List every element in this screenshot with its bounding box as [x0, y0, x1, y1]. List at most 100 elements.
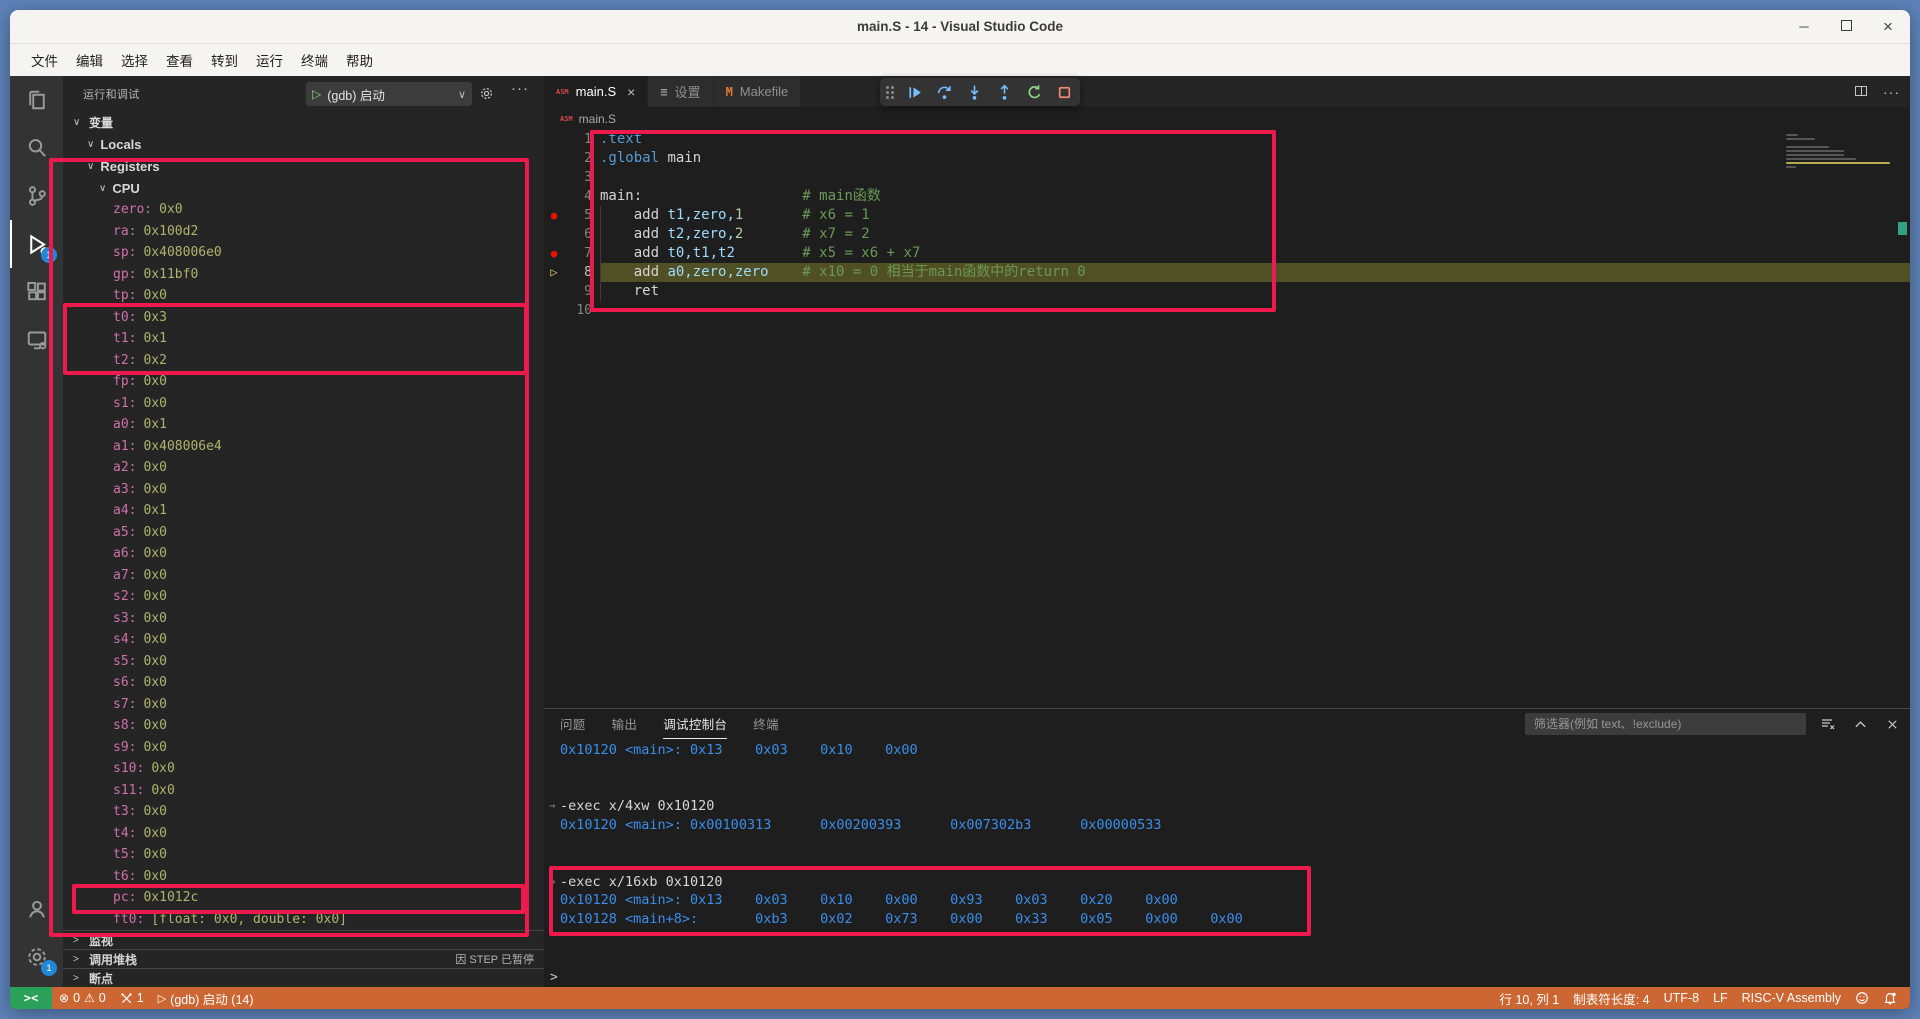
breakpoint-icon[interactable]: ●: [544, 244, 564, 263]
register-row[interactable]: s9:0x0: [63, 737, 544, 759]
console-line[interactable]: →-exec x/16xb 0x10120: [544, 873, 1910, 892]
status-item[interactable]: LF: [1706, 991, 1735, 1005]
code-line[interactable]: 6 add t2,zero,2 # x7 = 2: [544, 225, 1910, 244]
console-line[interactable]: [544, 779, 1910, 798]
register-row[interactable]: a1:0x408006e4: [63, 436, 544, 458]
panel-tab-调试控制台[interactable]: 调试控制台: [663, 709, 727, 739]
tab-Makefile[interactable]: MMakefile: [714, 76, 802, 107]
run-and-debug-icon[interactable]: 1: [10, 220, 63, 268]
launch-config-dropdown[interactable]: ▷ (gdb) 启动 ∨: [306, 82, 472, 106]
code-editor[interactable]: 1.text2.global main34main: # main函数●5 ad…: [544, 130, 1910, 708]
register-row[interactable]: tp:0x0: [63, 285, 544, 307]
register-row[interactable]: a4:0x1: [63, 500, 544, 522]
maximize-panel-icon[interactable]: [1850, 714, 1870, 734]
register-row[interactable]: ra:0x100d2: [63, 221, 544, 243]
menu-item-编辑[interactable]: 编辑: [67, 47, 112, 73]
code-line[interactable]: ●5 add t1,zero,1 # x6 = 1: [544, 206, 1910, 225]
close-button[interactable]: ×: [1880, 17, 1896, 37]
tools-status[interactable]: 1: [113, 987, 151, 1009]
bp-slot[interactable]: [544, 282, 564, 301]
register-row[interactable]: zero:0x0: [63, 199, 544, 221]
register-row[interactable]: s6:0x0: [63, 672, 544, 694]
console-line[interactable]: →-exec x/4xw 0x10120: [544, 797, 1910, 816]
bp-slot[interactable]: [544, 187, 564, 206]
register-row[interactable]: fp:0x0: [63, 371, 544, 393]
remote-explorer-icon[interactable]: [10, 316, 63, 364]
bp-slot[interactable]: [544, 149, 564, 168]
bp-slot[interactable]: [544, 168, 564, 187]
more-actions-icon[interactable]: ···: [511, 80, 529, 97]
start-debug-icon[interactable]: ▷: [312, 87, 321, 101]
debug-console-output[interactable]: 0x10120 <main>: 0x13 0x03 0x10 0x00 →-exe…: [544, 739, 1910, 967]
register-row[interactable]: t4:0x0: [63, 823, 544, 845]
menu-item-运行[interactable]: 运行: [247, 47, 292, 73]
console-line[interactable]: [544, 854, 1910, 873]
register-row[interactable]: s1:0x0: [63, 393, 544, 415]
menu-item-转到[interactable]: 转到: [202, 47, 247, 73]
register-row[interactable]: t2:0x2: [63, 350, 544, 372]
account-icon[interactable]: [10, 885, 63, 933]
register-row[interactable]: a6:0x0: [63, 543, 544, 565]
menu-item-选择[interactable]: 选择: [112, 47, 157, 73]
console-line[interactable]: [544, 760, 1910, 779]
register-row[interactable]: s4:0x0: [63, 629, 544, 651]
explorer-icon[interactable]: [10, 76, 63, 124]
problems-status[interactable]: ⊗ 0 ⚠ 0: [52, 987, 113, 1009]
register-row[interactable]: s3:0x0: [63, 608, 544, 630]
register-row[interactable]: gp:0x11bf0: [63, 264, 544, 286]
register-row[interactable]: s2:0x0: [63, 586, 544, 608]
tree-item-registers[interactable]: ∨ Registers: [63, 155, 544, 177]
minimap[interactable]: [1786, 134, 1894, 174]
editor-more-icon[interactable]: ···: [1883, 84, 1900, 100]
register-row[interactable]: ft0:[float: 0x0, double: 0x0]: [63, 909, 544, 930]
bp-slot[interactable]: [544, 130, 564, 149]
source-control-icon[interactable]: [10, 172, 63, 220]
console-line[interactable]: 0x10120 <main>: 0x13 0x03 0x10 0x00 0x93…: [544, 891, 1910, 910]
register-row[interactable]: t3:0x0: [63, 801, 544, 823]
register-row[interactable]: s10:0x0: [63, 758, 544, 780]
register-row[interactable]: s5:0x0: [63, 651, 544, 673]
close-panel-icon[interactable]: [1882, 714, 1902, 734]
variables-section-header[interactable]: ∨ 变量: [63, 111, 544, 133]
tab-设置[interactable]: ≡设置: [648, 76, 713, 107]
section-header-调用堆栈[interactable]: >调用堆栈因 STEP 已暂停: [63, 949, 544, 968]
panel-tab-终端[interactable]: 终端: [753, 709, 779, 739]
extensions-icon[interactable]: [10, 268, 63, 316]
register-row[interactable]: t5:0x0: [63, 844, 544, 866]
menu-item-查看[interactable]: 查看: [157, 47, 202, 73]
step-over-button[interactable]: [934, 82, 954, 102]
bp-slot[interactable]: [544, 225, 564, 244]
split-editor-icon[interactable]: [1855, 83, 1867, 101]
tree-item-cpu[interactable]: ∨ CPU: [63, 177, 544, 199]
section-header-断点[interactable]: >断点: [63, 968, 544, 987]
status-item[interactable]: 行 10, 列 1: [1492, 989, 1566, 1008]
status-item[interactable]: 制表符长度: 4: [1566, 989, 1656, 1008]
register-row[interactable]: a7:0x0: [63, 565, 544, 587]
stop-button[interactable]: [1054, 82, 1074, 102]
debug-settings-gear-icon[interactable]: [479, 86, 494, 106]
register-row[interactable]: a2:0x0: [63, 457, 544, 479]
continue-button[interactable]: [904, 82, 924, 102]
register-row[interactable]: a0:0x1: [63, 414, 544, 436]
debug-session-status[interactable]: ▷ (gdb) 启动 (14): [151, 987, 261, 1009]
notifications-status[interactable]: [1876, 991, 1904, 1005]
register-row[interactable]: t0:0x3: [63, 307, 544, 329]
restart-button[interactable]: [1024, 82, 1044, 102]
clear-console-icon[interactable]: [1818, 714, 1838, 734]
panel-tab-问题[interactable]: 问题: [560, 709, 586, 739]
status-item[interactable]: RISC-V Assembly: [1735, 991, 1848, 1005]
register-row[interactable]: a5:0x0: [63, 522, 544, 544]
register-row[interactable]: t1:0x1: [63, 328, 544, 350]
search-icon[interactable]: [10, 124, 63, 172]
code-line[interactable]: 3: [544, 168, 1910, 187]
menu-item-帮助[interactable]: 帮助: [337, 47, 382, 73]
console-line[interactable]: 0x10120 <main>: 0x13 0x03 0x10 0x00: [544, 741, 1910, 760]
menu-item-文件[interactable]: 文件: [22, 47, 67, 73]
code-line[interactable]: 10: [544, 301, 1910, 320]
remote-indicator[interactable]: ><: [10, 987, 52, 1009]
step-out-button[interactable]: [994, 82, 1014, 102]
register-row[interactable]: s8:0x0: [63, 715, 544, 737]
debug-console-input[interactable]: >: [544, 967, 1910, 987]
register-row[interactable]: s11:0x0: [63, 780, 544, 802]
tree-item-locals[interactable]: ∨ Locals: [63, 133, 544, 155]
